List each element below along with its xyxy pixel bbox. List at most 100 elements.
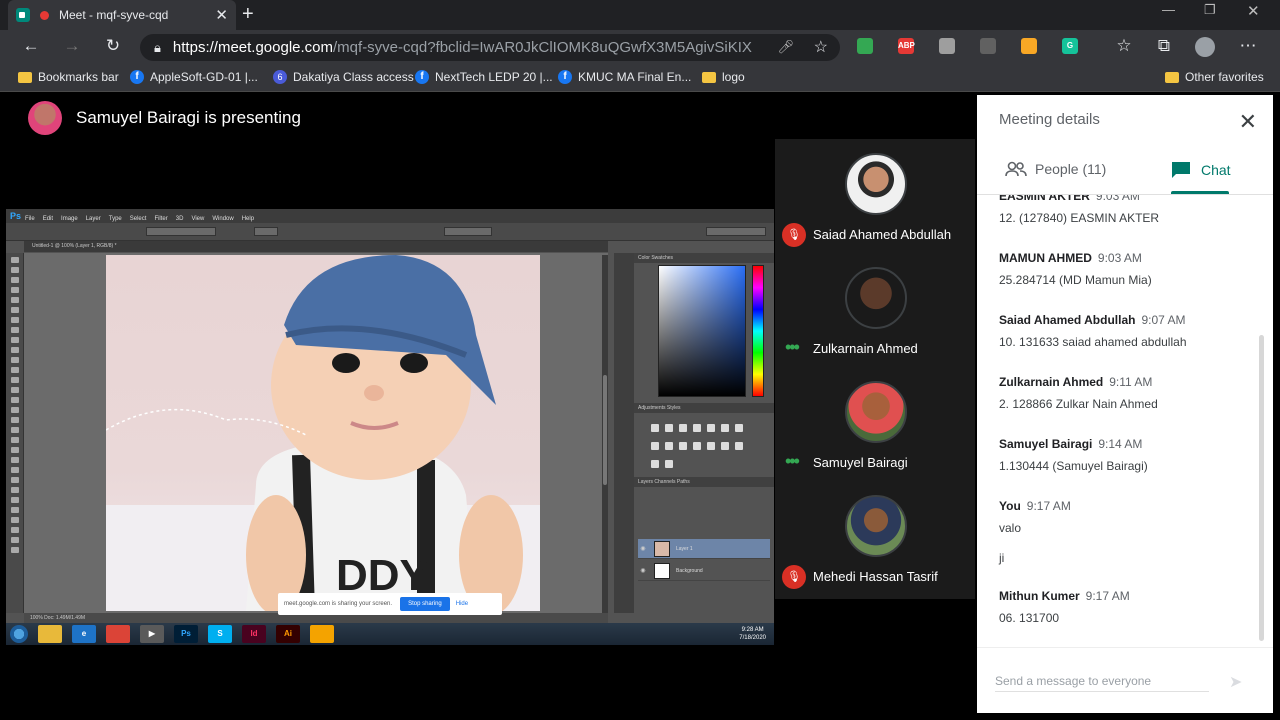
participant-tile[interactable]: 🎙︎ Mehedi Hassan Tasrif bbox=[775, 481, 975, 595]
canvas-scrollbar bbox=[602, 255, 608, 613]
tool-icon bbox=[10, 397, 19, 403]
bookmark-item[interactable]: f NextTech LEDP 20 |... bbox=[415, 70, 553, 84]
shield-extension-icon[interactable] bbox=[980, 38, 996, 54]
chat-message: Saiad Ahamed Abdullah 9:07 AM 10. 131633 … bbox=[999, 313, 1187, 349]
facebook-icon: f bbox=[558, 70, 572, 84]
adjustments-panel-header: Adjustments Styles bbox=[634, 403, 774, 413]
reload-icon[interactable]: ↻ bbox=[102, 36, 124, 56]
photo-extension-icon[interactable] bbox=[1021, 38, 1037, 54]
send-icon[interactable]: ➤ bbox=[1229, 672, 1242, 692]
layer-thumbnail bbox=[654, 540, 670, 557]
tool-icon bbox=[10, 437, 19, 443]
tool-icon bbox=[10, 257, 19, 263]
bookmark-item[interactable]: f KMUC MA Final En... bbox=[558, 70, 691, 84]
chat-message: Samuyel Bairagi 9:14 AM 1.130444 (Samuyel… bbox=[999, 437, 1148, 473]
layer-row: ◉ Layer 1 bbox=[638, 539, 770, 559]
forward-arrow-icon[interactable]: → bbox=[61, 36, 83, 56]
sample-size-select bbox=[146, 227, 216, 236]
grammarly-icon[interactable]: G bbox=[1062, 38, 1078, 54]
chat-message: You 9:17 AM valo ji bbox=[999, 499, 1071, 565]
bookmark-item[interactable]: f AppleSoft-GD-01 |... bbox=[130, 70, 258, 84]
browser-tab[interactable]: Meet - mqf-syve-cqd ✕ bbox=[8, 0, 236, 30]
indesign-icon: Id bbox=[242, 625, 266, 643]
stop-sharing-button: Stop sharing bbox=[400, 597, 450, 611]
profile-avatar[interactable] bbox=[1195, 37, 1215, 57]
back-arrow-icon[interactable]: ← bbox=[20, 36, 42, 56]
tool-icon bbox=[10, 417, 19, 423]
microphone-icon[interactable]: 🎤︎ bbox=[777, 39, 794, 55]
facebook-icon: f bbox=[415, 70, 429, 84]
chat-composer: ➤ bbox=[977, 647, 1273, 713]
bookmark-item[interactable]: Bookmarks bar bbox=[18, 70, 119, 84]
collections-icon[interactable]: ⧉ bbox=[1153, 36, 1175, 56]
chat-message: Zulkarnain Ahmed 9:11 AM 2. 128866 Zulkar… bbox=[999, 375, 1158, 411]
chat-message-list[interactable]: EASMIN AKTER 9:03 AM 12. (127840) EASMIN … bbox=[977, 195, 1273, 643]
tool-icon bbox=[10, 517, 19, 523]
photoshop-menu-item: Layer bbox=[85, 216, 101, 222]
eye-icon: ◉ bbox=[640, 546, 646, 552]
screenshot-extension-icon[interactable] bbox=[939, 38, 955, 54]
tool-icon bbox=[10, 327, 19, 333]
bookmark-item[interactable]: logo bbox=[702, 70, 745, 84]
document-tab: Untitled-1 @ 100% (Layer 1, RGB/8) * bbox=[24, 241, 608, 252]
window-close-button[interactable]: ✕ bbox=[1247, 2, 1260, 20]
restore-button[interactable]: ❐ bbox=[1204, 2, 1216, 18]
tab-close-icon[interactable]: ✕ bbox=[215, 6, 228, 24]
other-favorites[interactable]: Other favorites bbox=[1165, 70, 1264, 84]
chat-message-input[interactable] bbox=[995, 670, 1209, 692]
participant-tile[interactable]: ••• Samuyel Bairagi bbox=[775, 367, 975, 481]
favorites-icon[interactable]: ☆ bbox=[1113, 36, 1135, 56]
colorful-extension-icon[interactable] bbox=[857, 38, 873, 54]
tool-icon bbox=[10, 407, 19, 413]
photoshop-logo: Ps bbox=[10, 211, 22, 221]
tool-icon bbox=[10, 457, 19, 463]
photoshop-menu-item: Help bbox=[241, 216, 255, 222]
minimize-button[interactable]: ― bbox=[1162, 2, 1175, 17]
bookmarks-bar: Bookmarks bar f AppleSoft-GD-01 |... 6 Dak… bbox=[0, 64, 1280, 92]
participant-tile[interactable]: 🎙︎ Saiad Ahamed Abdullah bbox=[775, 139, 975, 253]
participant-avatar bbox=[845, 267, 907, 329]
lock-icon: 🔒︎ bbox=[154, 39, 161, 55]
tool-icon bbox=[10, 317, 19, 323]
google-meet-icon bbox=[16, 8, 30, 22]
participant-tile[interactable]: ••• Zulkarnain Ahmed bbox=[775, 253, 975, 367]
color-panel-header: Color Swatches bbox=[634, 253, 774, 263]
photoshop-options-bar bbox=[6, 223, 774, 241]
tool-icon bbox=[10, 467, 19, 473]
tool-icon bbox=[10, 487, 19, 493]
windows-start-icon bbox=[10, 625, 28, 643]
bookmark-item[interactable]: 6 Dakatiya Class access bbox=[273, 70, 414, 84]
new-tab-button[interactable]: + bbox=[242, 3, 254, 26]
photoshop-menu-item: File bbox=[25, 216, 35, 222]
tool-icon bbox=[10, 377, 19, 383]
facebook-icon: f bbox=[130, 70, 144, 84]
folder-icon bbox=[18, 71, 32, 83]
hue-slider bbox=[752, 265, 764, 397]
close-icon[interactable]: ✕ bbox=[1239, 109, 1257, 135]
tab-people[interactable]: People (11) bbox=[1005, 161, 1106, 177]
windows-taskbar: e ▶ Ps S Id Ai 9:28 AM 7/18/2020 bbox=[6, 623, 774, 645]
chat-icon bbox=[1172, 162, 1190, 178]
recording-dot-icon bbox=[40, 10, 49, 20]
tool-icon bbox=[10, 497, 19, 503]
skype-icon: S bbox=[208, 625, 232, 643]
more-menu-icon[interactable]: ⋯ bbox=[1237, 36, 1259, 56]
tool-icon bbox=[10, 297, 19, 303]
bookmark-star-icon[interactable]: ☆ bbox=[814, 37, 828, 57]
hide-button: Hide bbox=[455, 601, 469, 607]
shared-screen: Ps File Edit Image Layer Type Select Filter 3D V… bbox=[6, 209, 774, 645]
layer-thumbnail bbox=[654, 562, 670, 579]
tool-icon bbox=[10, 267, 19, 273]
adblock-icon[interactable]: ABP bbox=[898, 38, 915, 54]
tab-chat[interactable]: Chat bbox=[1171, 161, 1231, 179]
screen: Meet - mqf-syve-cqd ✕ + ― ❐ ✕ ← → ↻ 🔒︎ h… bbox=[0, 0, 1280, 720]
illustrator-icon: Ai bbox=[276, 625, 300, 643]
refine-edge-button bbox=[444, 227, 492, 236]
tool-icon bbox=[10, 507, 19, 513]
address-bar[interactable]: 🔒︎ https://meet.google.com /mqf-syve-cqd… bbox=[140, 34, 840, 61]
tool-icon bbox=[10, 337, 19, 343]
tool-icon bbox=[10, 477, 19, 483]
chat-scrollbar[interactable] bbox=[1259, 335, 1264, 641]
panel-title: Meeting details bbox=[999, 111, 1100, 128]
presenting-label: Samuyel Bairagi is presenting bbox=[76, 108, 301, 127]
